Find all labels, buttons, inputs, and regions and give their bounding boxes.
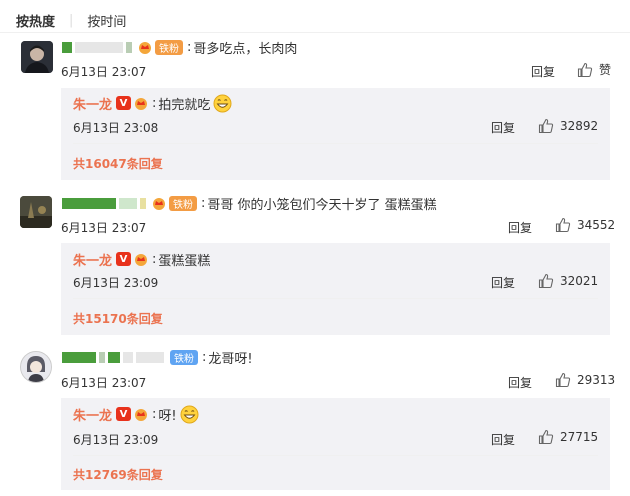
reply-time: 6月13日 23:09 xyxy=(73,433,159,447)
reply-author-name[interactable]: 朱一龙 xyxy=(73,405,112,424)
fan-badge: 铁粉 xyxy=(170,349,198,365)
like-count: 34552 xyxy=(577,218,616,232)
blurred-username[interactable] xyxy=(62,351,96,363)
comment-header: 铁粉 : 龙哥呀! xyxy=(62,347,253,367)
verified-badge: V xyxy=(116,96,132,110)
crown-icon xyxy=(134,408,148,421)
comment-text: 哥多吃点，长肉肉 xyxy=(193,41,298,57)
sort-tabs: 按热度 | 按时间 xyxy=(16,9,126,31)
tabs-divider xyxy=(0,32,630,33)
like-count: 27715 xyxy=(560,430,599,444)
comment-time: 6月13日 23:07 xyxy=(61,221,147,235)
like-button[interactable]: 32021 xyxy=(538,273,598,289)
thumbs-up-icon xyxy=(577,62,593,77)
verified-badge: V xyxy=(116,252,132,266)
fan-badge: 铁粉 xyxy=(155,39,183,55)
like-label: 赞 xyxy=(599,63,612,77)
thumbs-up-icon xyxy=(538,118,554,134)
like-button[interactable]: 32892 xyxy=(538,118,598,134)
blurred-username[interactable] xyxy=(62,41,72,53)
reply-header: 朱一龙 V : 蛋糕蛋糕 xyxy=(73,250,211,269)
more-replies-link[interactable]: 共12769条回复 xyxy=(73,466,163,483)
more-replies-link[interactable]: 共16047条回复 xyxy=(73,155,163,172)
grin-emoji-icon xyxy=(213,94,232,113)
avatar[interactable] xyxy=(20,351,52,383)
divider xyxy=(73,455,598,456)
reply-author-name[interactable]: 朱一龙 xyxy=(73,94,112,113)
grin-emoji-icon xyxy=(180,405,199,424)
crown-icon xyxy=(134,97,148,110)
tab-sort-by-time[interactable]: 按时间 xyxy=(87,11,126,30)
comment-time: 6月13日 23:07 xyxy=(61,65,147,79)
tab-sort-by-hot[interactable]: 按热度 xyxy=(16,11,55,30)
like-count: 29313 xyxy=(577,373,616,387)
crown-icon xyxy=(152,197,166,210)
like-count: 32021 xyxy=(560,274,599,288)
avatar[interactable] xyxy=(20,196,52,228)
reply-button[interactable]: 回复 xyxy=(531,63,555,80)
comment-time: 6月13日 23:07 xyxy=(61,376,147,390)
verified-badge: V xyxy=(116,407,132,421)
like-button[interactable]: 29313 xyxy=(555,372,615,388)
blurred-username[interactable] xyxy=(62,197,116,209)
like-button[interactable]: 34552 xyxy=(555,217,615,233)
comment-text: 龙哥呀! xyxy=(208,351,253,367)
divider xyxy=(73,143,598,144)
thumbs-up-icon xyxy=(538,429,554,445)
crown-icon xyxy=(134,253,148,266)
divider xyxy=(73,298,598,299)
crown-icon xyxy=(138,41,152,54)
reply-time: 6月13日 23:08 xyxy=(73,121,159,135)
like-button[interactable]: 赞 xyxy=(577,61,611,78)
comment-text: 哥哥 你的小笼包们今天十岁了 蛋糕蛋糕 xyxy=(207,197,437,213)
reply-button[interactable]: 回复 xyxy=(491,431,515,448)
reply-header: 朱一龙 V : 拍完就吃 xyxy=(73,93,232,113)
fan-badge: 铁粉 xyxy=(169,195,197,211)
reply-button[interactable]: 回复 xyxy=(508,219,532,236)
reply-text: 蛋糕蛋糕 xyxy=(158,253,211,269)
reply-author-name[interactable]: 朱一龙 xyxy=(73,250,112,269)
tab-divider: | xyxy=(69,12,74,28)
like-count: 32892 xyxy=(560,119,599,133)
comment-header: 铁粉 : 哥哥 你的小笼包们今天十岁了 蛋糕蛋糕 xyxy=(62,193,437,213)
thumbs-up-icon xyxy=(538,273,554,289)
avatar[interactable] xyxy=(21,41,53,73)
reply-button[interactable]: 回复 xyxy=(491,119,515,136)
reply-text: 呀! xyxy=(158,408,177,424)
thumbs-up-icon xyxy=(555,217,571,233)
more-replies-link[interactable]: 共15170条回复 xyxy=(73,310,163,327)
reply-button[interactable]: 回复 xyxy=(491,274,515,291)
like-button[interactable]: 27715 xyxy=(538,429,598,445)
reply-text: 拍完就吃 xyxy=(158,97,211,113)
thumbs-up-icon xyxy=(555,372,571,388)
comment-header: 铁粉 : 哥多吃点，长肉肉 xyxy=(62,37,297,57)
reply-header: 朱一龙 V : 呀! xyxy=(73,404,199,424)
reply-button[interactable]: 回复 xyxy=(508,374,532,391)
reply-time: 6月13日 23:09 xyxy=(73,276,159,290)
